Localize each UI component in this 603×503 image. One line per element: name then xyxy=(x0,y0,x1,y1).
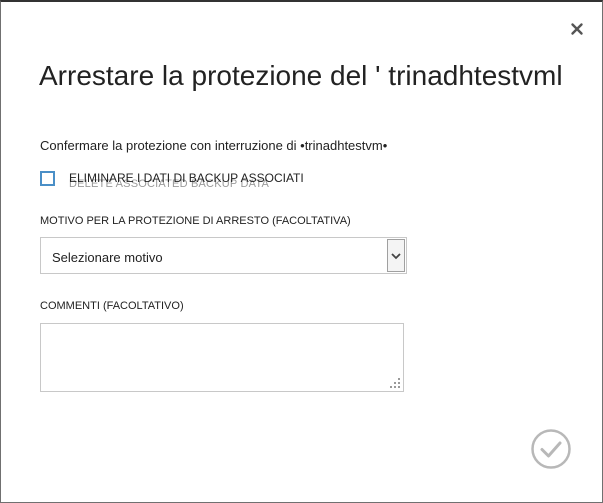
reason-select[interactable]: Selezionare motivo xyxy=(40,237,407,274)
confirm-button[interactable] xyxy=(531,429,571,469)
reason-dropdown-button[interactable] xyxy=(387,239,405,272)
comments-textarea[interactable] xyxy=(40,323,404,392)
reason-label: MOTIVO PER LA PROTEZIONE DI ARRESTO (FAC… xyxy=(40,215,351,227)
delete-backup-label: ELIMINARE I DATI DI BACKUP ASSOCIATI xyxy=(69,171,304,185)
comments-label: COMMENTI (FACOLTATIVO) xyxy=(40,300,184,312)
reason-selected-value: Selezionare motivo xyxy=(52,250,163,265)
close-icon xyxy=(571,23,583,35)
close-button[interactable] xyxy=(569,21,585,37)
stop-protection-dialog: Arrestare la protezione del ' trinadhtes… xyxy=(0,0,603,503)
checkmark-circle-icon xyxy=(531,429,571,469)
delete-backup-checkbox[interactable] xyxy=(40,171,55,186)
dialog-title: Arrestare la protezione del ' trinadhtes… xyxy=(39,60,563,91)
confirm-message: Confermare la protezione con interruzion… xyxy=(40,138,388,153)
delete-backup-option[interactable]: DELETE ASSOCIATED BACKUP DATA ELIMINARE … xyxy=(40,170,340,190)
resize-grip-icon[interactable] xyxy=(389,377,401,389)
chevron-down-icon xyxy=(391,253,401,260)
